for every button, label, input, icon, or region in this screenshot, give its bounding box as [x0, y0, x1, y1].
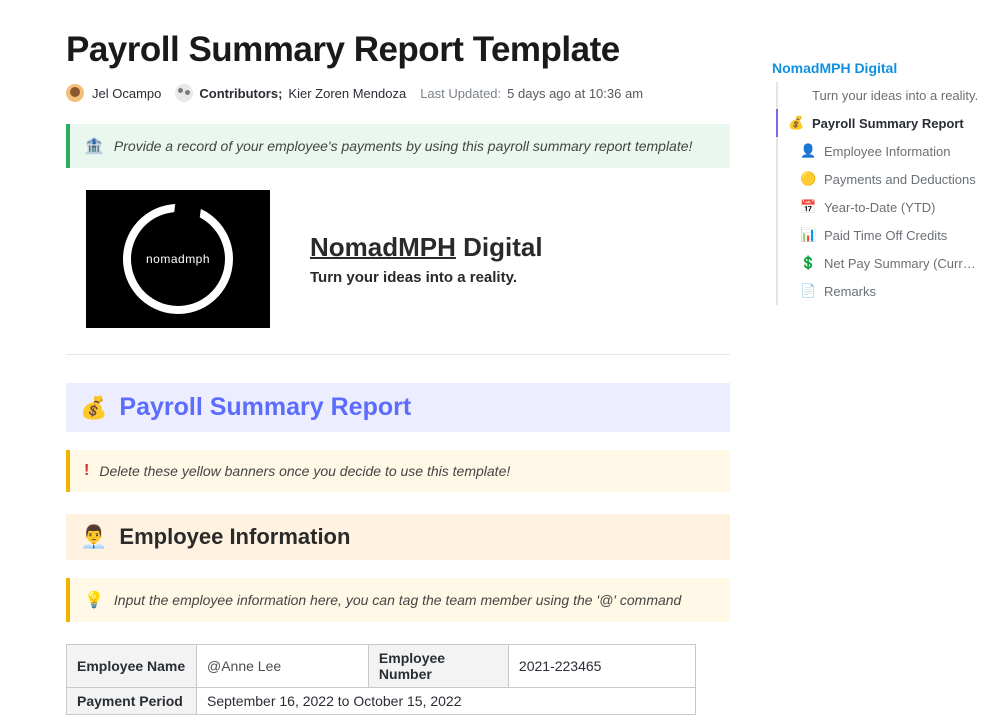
sidebar-item-icon: 📅	[800, 199, 816, 215]
sidebar-item[interactable]: 💰 Payroll Summary Report	[776, 109, 980, 137]
sidebar-item[interactable]: 🟡 Payments and Deductions	[778, 165, 980, 193]
meta-row: Jel Ocampo Contributors; Kier Zoren Mend…	[66, 84, 730, 102]
sidebar-item-icon: 💲	[800, 255, 816, 271]
section-payroll-head: 💰 Payroll Summary Report	[66, 383, 730, 432]
sidebar-item-icon: 📄	[800, 283, 816, 299]
sidebar-item-label: Payments and Deductions	[824, 172, 976, 187]
brand-name-underlined: NomadMPH	[310, 232, 456, 262]
sidebar-item[interactable]: 👤 Employee Information	[778, 137, 980, 165]
divider	[66, 354, 730, 355]
moneybag-icon: 💰	[80, 395, 107, 421]
emp-name-value[interactable]: @Anne Lee	[197, 645, 369, 688]
intro-banner: 🏦 Provide a record of your employee's pa…	[66, 124, 730, 168]
exclamation-icon: !	[84, 462, 89, 480]
main-content: Payroll Summary Report Template Jel Ocam…	[0, 0, 760, 724]
delete-hint-banner: ! Delete these yellow banners once you d…	[66, 450, 730, 492]
sidebar-item-label: Payroll Summary Report	[812, 116, 964, 131]
emp-number-label: Employee Number	[368, 645, 508, 688]
brand-logo-text: nomadmph	[146, 252, 210, 266]
brand-card: nomadmph NomadMPH Digital Turn your idea…	[86, 190, 730, 328]
outline-sidebar: NomadMPH Digital Turn your ideas into a …	[760, 0, 1000, 724]
sidebar-item-label: Paid Time Off Credits	[824, 228, 947, 243]
contributors-label: Contributors;	[199, 86, 282, 101]
payment-period-label: Payment Period	[67, 688, 197, 715]
delete-hint-text: Delete these yellow banners once you dec…	[99, 463, 510, 479]
sidebar-item-icon: 📊	[800, 227, 816, 243]
section-employee-title: Employee Information	[119, 524, 350, 550]
sidebar-item[interactable]: 💲 Net Pay Summary (Current Pay Pe...	[778, 249, 980, 277]
table-row: Employee Name @Anne Lee Employee Number …	[67, 645, 696, 688]
sidebar-item-label: Year-to-Date (YTD)	[824, 200, 936, 215]
sidebar-item-label: Turn your ideas into a reality.	[812, 88, 978, 103]
brand-logo: nomadmph	[86, 190, 270, 328]
last-updated-label: Last Updated:	[420, 86, 501, 101]
emp-name-mention[interactable]: @Anne Lee	[207, 658, 281, 674]
sidebar-item[interactable]: 📊 Paid Time Off Credits	[778, 221, 980, 249]
section-employee-head: 👨‍💼 Employee Information	[66, 514, 730, 560]
payment-period-value[interactable]: September 16, 2022 to October 15, 2022	[197, 688, 696, 715]
emp-name-label: Employee Name	[67, 645, 197, 688]
page-title: Payroll Summary Report Template	[66, 30, 730, 70]
author-name[interactable]: Jel Ocampo	[92, 86, 161, 101]
section-payroll-title: Payroll Summary Report	[119, 393, 411, 422]
intro-banner-text: Provide a record of your employee's paym…	[114, 138, 692, 154]
sidebar-item[interactable]: Turn your ideas into a reality.	[778, 82, 980, 109]
employee-table: Employee Name @Anne Lee Employee Number …	[66, 644, 696, 715]
table-row: Payment Period September 16, 2022 to Oct…	[67, 688, 696, 715]
sidebar-item-icon: 💰	[788, 115, 804, 131]
brand-name-rest: Digital	[456, 232, 543, 262]
employee-hint-text: Input the employee information here, you…	[114, 592, 681, 608]
employee-hint-banner: 💡 Input the employee information here, y…	[66, 578, 730, 622]
sidebar-item-icon: 👤	[800, 143, 816, 159]
sidebar-item-icon: 🟡	[800, 171, 816, 187]
emp-number-value[interactable]: 2021-223465	[508, 645, 695, 688]
sidebar-item-label: Net Pay Summary (Current Pay Pe...	[824, 256, 980, 271]
contributors-names[interactable]: Kier Zoren Mendoza	[288, 86, 406, 101]
sidebar-item-label: Remarks	[824, 284, 876, 299]
bank-icon: 🏦	[84, 136, 104, 156]
brand-text: NomadMPH Digital Turn your ideas into a …	[310, 232, 543, 286]
brand-name: NomadMPH Digital	[310, 232, 543, 263]
bulb-icon: 💡	[84, 590, 104, 610]
sidebar-list: Turn your ideas into a reality. 💰 Payroll …	[776, 82, 980, 305]
sidebar-item-label: Employee Information	[824, 144, 950, 159]
sidebar-item[interactable]: 📄 Remarks	[778, 277, 980, 305]
last-updated-value: 5 days ago at 10:36 am	[507, 86, 643, 101]
brand-tagline: Turn your ideas into a reality.	[310, 269, 543, 286]
contributors-icon[interactable]	[175, 84, 193, 102]
sidebar-item[interactable]: 📅 Year-to-Date (YTD)	[778, 193, 980, 221]
author-avatar[interactable]	[66, 84, 84, 102]
person-icon: 👨‍💼	[80, 524, 107, 550]
sidebar-title[interactable]: NomadMPH Digital	[772, 60, 980, 76]
